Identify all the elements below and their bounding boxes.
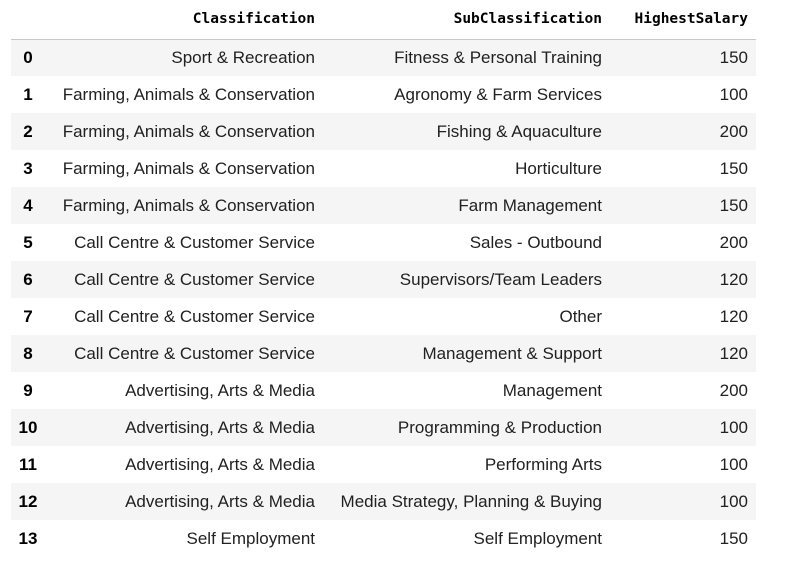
dataframe-table: Classification SubClassification Highest… bbox=[11, 0, 756, 557]
row-index: 6 bbox=[23, 269, 33, 289]
cell-classification: Farming, Animals & Conservation bbox=[62, 195, 315, 215]
index-header bbox=[11, 0, 53, 40]
row-index: 5 bbox=[23, 232, 33, 252]
cell-subclassification: Management bbox=[502, 380, 602, 400]
table-row: 11 Advertising, Arts & Media Performing Ar… bbox=[11, 446, 756, 483]
table-row: 9 Advertising, Arts & Media Management 200 bbox=[11, 372, 756, 409]
cell-highest-salary: 150 bbox=[719, 528, 748, 548]
cell-highest-salary: 100 bbox=[719, 84, 748, 104]
table-row: 7 Call Centre & Customer Service Other 120 bbox=[11, 298, 756, 335]
cell-subclassification: Sales - Outbound bbox=[469, 232, 602, 252]
cell-classification: Call Centre & Customer Service bbox=[74, 343, 315, 363]
cell-classification: Farming, Animals & Conservation bbox=[62, 158, 315, 178]
cell-subclassification: Performing Arts bbox=[484, 454, 602, 474]
cell-highest-salary: 150 bbox=[719, 158, 748, 178]
table-row: 3 Farming, Animals & Conservation Horticul… bbox=[11, 150, 756, 187]
column-header-subclassification: SubClassification bbox=[323, 0, 610, 40]
table-header: Classification SubClassification Highest… bbox=[11, 0, 756, 40]
cell-highest-salary: 120 bbox=[719, 343, 748, 363]
cell-subclassification: Fitness & Personal Training bbox=[394, 47, 602, 67]
table-row: 13 Self Employment Self Employment 150 bbox=[11, 520, 756, 557]
row-index: 2 bbox=[23, 121, 33, 141]
table-row: 1 Farming, Animals & Conservation Agronomy… bbox=[11, 76, 756, 113]
cell-highest-salary: 200 bbox=[719, 380, 748, 400]
cell-highest-salary: 100 bbox=[719, 454, 748, 474]
cell-classification: Advertising, Arts & Media bbox=[125, 454, 315, 474]
cell-subclassification: Self Employment bbox=[473, 528, 603, 548]
cell-classification: Advertising, Arts & Media bbox=[125, 491, 315, 511]
table-row: 12 Advertising, Arts & Media Media Strateg… bbox=[11, 483, 756, 520]
row-index: 4 bbox=[23, 195, 33, 215]
cell-subclassification: Media Strategy, Planning & Buying bbox=[340, 491, 602, 511]
row-index: 1 bbox=[23, 84, 33, 104]
cell-highest-salary: 100 bbox=[719, 417, 748, 437]
cell-classification: Advertising, Arts & Media bbox=[125, 380, 315, 400]
cell-subclassification: Agronomy & Farm Services bbox=[394, 84, 602, 104]
cell-subclassification: Programming & Production bbox=[397, 417, 602, 437]
cell-highest-salary: 150 bbox=[719, 47, 748, 67]
cell-highest-salary: 120 bbox=[719, 269, 748, 289]
row-index: 10 bbox=[18, 417, 38, 437]
row-index: 8 bbox=[23, 343, 33, 363]
row-index: 9 bbox=[23, 380, 33, 400]
row-index: 13 bbox=[18, 528, 38, 548]
row-index: 3 bbox=[23, 158, 33, 178]
row-index: 12 bbox=[18, 491, 38, 511]
cell-highest-salary: 200 bbox=[719, 121, 748, 141]
table-row: 6 Call Centre & Customer Service Superviso… bbox=[11, 261, 756, 298]
table-row: 4 Farming, Animals & Conservation Farm Man… bbox=[11, 187, 756, 224]
cell-classification: Advertising, Arts & Media bbox=[125, 417, 315, 437]
cell-highest-salary: 200 bbox=[719, 232, 748, 252]
cell-classification: Self Employment bbox=[186, 528, 316, 548]
cell-subclassification: Fishing & Aquaculture bbox=[436, 121, 602, 141]
table-row: 10 Advertising, Arts & Media Programming &… bbox=[11, 409, 756, 446]
table-body: 0 Sport & Recreation Fitness & Personal Tr… bbox=[11, 39, 756, 557]
dataframe-output: Classification SubClassification Highest… bbox=[11, 0, 756, 557]
table-row: 2 Farming, Animals & Conservation Fishing … bbox=[11, 113, 756, 150]
table-row: 5 Call Centre & Customer Service Sales - O… bbox=[11, 224, 756, 261]
cell-subclassification: Supervisors/Team Leaders bbox=[399, 269, 602, 289]
cell-subclassification: Farm Management bbox=[458, 195, 602, 215]
cell-subclassification: Other bbox=[559, 306, 602, 326]
cell-subclassification: Management & Support bbox=[422, 343, 602, 363]
cell-classification: Sport & Recreation bbox=[171, 47, 315, 67]
cell-classification: Call Centre & Customer Service bbox=[74, 269, 315, 289]
column-header-classification: Classification bbox=[53, 0, 323, 40]
cell-classification: Farming, Animals & Conservation bbox=[62, 84, 315, 104]
cell-highest-salary: 100 bbox=[719, 491, 748, 511]
cell-subclassification: Horticulture bbox=[515, 158, 602, 178]
column-header-highest-salary: HighestSalary bbox=[610, 0, 756, 40]
header-row: Classification SubClassification Highest… bbox=[11, 0, 756, 40]
cell-highest-salary: 120 bbox=[719, 306, 748, 326]
cell-highest-salary: 150 bbox=[719, 195, 748, 215]
row-index: 0 bbox=[23, 47, 33, 67]
cell-classification: Call Centre & Customer Service bbox=[74, 306, 315, 326]
row-index: 11 bbox=[19, 454, 37, 474]
table-row: 8 Call Centre & Customer Service Managemen… bbox=[11, 335, 756, 372]
cell-classification: Call Centre & Customer Service bbox=[74, 232, 315, 252]
table-row: 0 Sport & Recreation Fitness & Personal Tr… bbox=[11, 39, 756, 76]
cell-classification: Farming, Animals & Conservation bbox=[62, 121, 315, 141]
row-index: 7 bbox=[23, 306, 33, 326]
